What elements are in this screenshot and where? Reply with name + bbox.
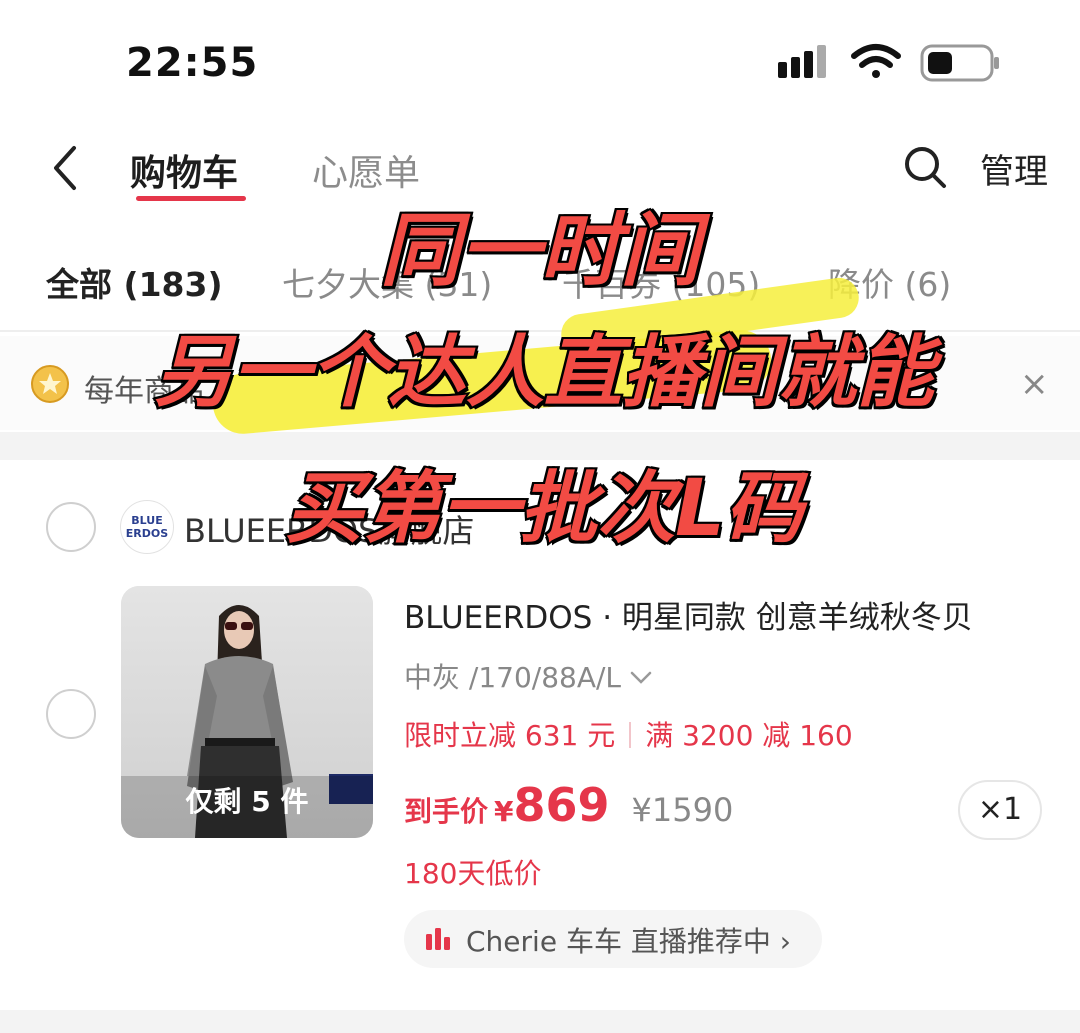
stock-label: 仅剩 5 件 <box>185 785 309 818</box>
product-title[interactable]: BLUEERDOS · 明星同款 创意羊绒秋冬贝 <box>404 592 1044 637</box>
store-select-radio[interactable] <box>46 502 96 552</box>
search-icon <box>905 147 946 188</box>
currency-symbol: ¥ <box>494 795 514 828</box>
quantity-stepper[interactable]: ×1 <box>958 780 1042 840</box>
caption-line-1: 同一时间 <box>378 202 702 299</box>
status-icons <box>778 44 999 82</box>
manage-button[interactable]: 管理 <box>980 144 1048 193</box>
final-price: 869 <box>513 778 610 832</box>
live-bars-icon <box>426 928 450 950</box>
battery-icon <box>920 44 999 82</box>
filter-all[interactable]: 全部 (183) <box>46 258 223 306</box>
section-gap <box>0 1010 1080 1033</box>
spec-text: 中灰 /170/88A/L <box>404 661 622 694</box>
price-label: 到手价 <box>404 795 489 828</box>
status-time: 22:55 <box>126 40 259 86</box>
chevron-down-icon <box>630 671 652 684</box>
promo-discount: 限时立减 631 元 <box>404 719 616 752</box>
tab-active-indicator <box>136 196 246 201</box>
wifi-icon <box>851 44 901 78</box>
promo-threshold: 满 3200 减 160 <box>645 719 853 752</box>
live-recommend-text[interactable]: Cherie 车车 直播推荐中 › <box>466 920 791 960</box>
tab-cart[interactable]: 购物车 <box>130 144 238 196</box>
caption-line-2: 另一个达人直播间就能 <box>152 326 936 420</box>
search-button[interactable] <box>900 140 950 194</box>
promo-separator <box>629 722 632 748</box>
star-coin-icon <box>31 365 69 403</box>
close-icon[interactable]: × <box>1020 364 1049 404</box>
original-price: ¥1590 <box>631 791 734 829</box>
low-price-tag: 180天低价 <box>404 857 542 890</box>
price-row: 到手价 ¥869 ¥1590 <box>404 778 733 832</box>
promo-tags: 限时立减 631 元满 3200 减 160 <box>404 714 853 754</box>
product-spec-selector[interactable]: 中灰 /170/88A/L <box>404 656 652 696</box>
back-button[interactable] <box>44 140 90 196</box>
store-logo[interactable]: BLUE ERDOS <box>120 500 174 554</box>
caption-line-3: 买第一批次L码 <box>283 462 805 556</box>
item-select-radio[interactable] <box>46 689 96 739</box>
signal-icon <box>778 45 826 78</box>
chevron-left-icon <box>54 146 76 190</box>
